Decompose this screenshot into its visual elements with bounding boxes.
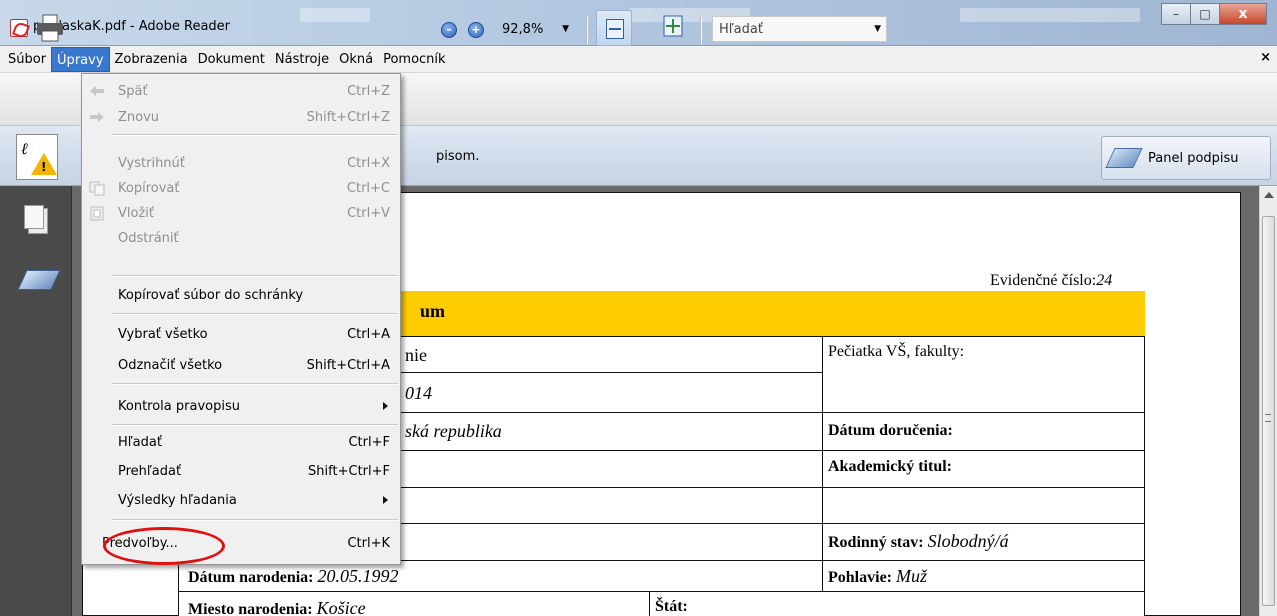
menu-window[interactable]: Okná xyxy=(334,47,378,72)
edit-menu-dropdown: Späť Ctrl+Z Znovu Shift+Ctrl+Z Vystrihnú… xyxy=(81,73,401,565)
navigation-pane xyxy=(0,186,72,616)
state-label: Štát: xyxy=(655,598,688,615)
zoom-value: 92,8% xyxy=(502,21,544,37)
toolbar-separator xyxy=(586,16,588,44)
maximize-button[interactable]: □ xyxy=(1190,3,1220,25)
signature-pen-icon: ℓ xyxy=(21,139,28,158)
zoom-in-button[interactable]: + xyxy=(468,22,484,38)
scroll-thumb[interactable] xyxy=(1262,216,1275,606)
signature-panel-icon xyxy=(1105,148,1143,168)
menu-edit[interactable]: Úpravy xyxy=(51,46,110,72)
signature-warning-icon[interactable]: ℓ ! xyxy=(16,134,58,180)
menu-item-select-all[interactable]: Vybrať všetko Ctrl+A xyxy=(82,321,400,347)
minimize-button[interactable]: – xyxy=(1161,3,1191,25)
menu-item-deselect-all[interactable]: Odznačiť všetko Shift+Ctrl+A xyxy=(82,352,400,378)
menu-file[interactable]: Súbor xyxy=(3,47,51,72)
country-fragment: ská republika xyxy=(405,421,502,441)
menu-item-advanced-search[interactable]: Prehľadať Shift+Ctrl+F xyxy=(82,458,400,484)
preferences-highlight-circle xyxy=(103,527,225,565)
menu-item-cut[interactable]: Vystrihnúť Ctrl+X xyxy=(82,150,400,176)
signature-notice-text: pisom. xyxy=(436,149,480,164)
sex-field: Pohlavie: Muž xyxy=(828,566,927,586)
menu-item-undo[interactable]: Späť Ctrl+Z xyxy=(82,78,400,104)
page-thumbnails-icon[interactable] xyxy=(24,205,48,234)
menu-separator xyxy=(112,313,398,315)
stamp-label: Pečiatka VŠ, fakulty: xyxy=(828,343,965,360)
fit-page-button[interactable] xyxy=(660,13,686,39)
form-header-text: um xyxy=(420,301,446,321)
close-document-icon[interactable]: × xyxy=(1260,50,1271,65)
toolbar-separator xyxy=(700,16,702,44)
birth-date: Dátum narodenia: 20.05.1992 xyxy=(188,566,399,586)
submenu-arrow-icon xyxy=(383,402,388,410)
menu-tools[interactable]: Nástroje xyxy=(270,47,334,72)
vertical-scrollbar[interactable] xyxy=(1259,186,1277,616)
menu-help[interactable]: Pomocník xyxy=(378,47,450,72)
form-cell xyxy=(649,591,1145,616)
window-controls: – □ x xyxy=(1161,3,1267,28)
paste-icon xyxy=(90,206,104,221)
menu-view[interactable]: Zobrazenia xyxy=(110,47,193,72)
menu-item-search-results[interactable]: Výsledky hľadania xyxy=(82,487,400,513)
menu-separator xyxy=(112,424,398,426)
scroll-up-arrow-icon[interactable] xyxy=(1264,192,1274,198)
submenu-arrow-icon xyxy=(383,496,388,504)
redo-icon xyxy=(90,112,104,122)
menu-item-redo[interactable]: Znovu Shift+Ctrl+Z xyxy=(82,104,400,130)
menu-separator xyxy=(112,383,398,385)
menu-item-copy[interactable]: Kopírovať Ctrl+C xyxy=(82,175,400,201)
search-input[interactable]: Hľadať ▼ xyxy=(712,16,887,42)
close-window-button[interactable]: x xyxy=(1219,3,1267,25)
print-button[interactable] xyxy=(34,14,68,42)
pdf-app-icon xyxy=(10,19,28,37)
menu-item-spell-check[interactable]: Kontrola pravopisu xyxy=(82,393,400,419)
form-cell xyxy=(822,487,1145,524)
zoom-field[interactable]: 92,8% ▼ xyxy=(498,16,573,42)
fit-width-button[interactable] xyxy=(596,10,632,46)
chevron-down-icon[interactable]: ▼ xyxy=(874,24,881,34)
study-field-fragment: nie xyxy=(405,345,427,365)
year-fragment: 014 xyxy=(405,383,432,403)
menu-item-paste[interactable]: Vložiť Ctrl+V xyxy=(82,200,400,226)
undo-icon xyxy=(90,86,104,96)
menu-separator xyxy=(112,275,398,277)
menu-item-find[interactable]: Hľadať Ctrl+F xyxy=(82,429,400,455)
signature-panel-button[interactable]: Panel podpisu xyxy=(1101,136,1271,180)
menu-item-delete[interactable]: Odstrániť xyxy=(82,225,400,251)
menu-bar: Súbor Úpravy Zobrazenia Dokument Nástroj… xyxy=(0,46,1277,73)
marital-status: Rodinný stav: Slobodný/á xyxy=(828,531,1009,551)
zoom-out-button[interactable]: – xyxy=(441,22,457,38)
delivery-date-label: Dátum doručenia: xyxy=(828,422,953,439)
menu-separator xyxy=(112,519,398,521)
printer-icon xyxy=(37,14,63,42)
copy-icon xyxy=(89,181,105,196)
evidence-number: Evidenčné číslo:24 xyxy=(990,272,1113,289)
signature-panel-label: Panel podpisu xyxy=(1148,150,1239,166)
menu-document[interactable]: Dokument xyxy=(193,47,270,72)
menu-separator xyxy=(112,134,398,136)
chevron-down-icon: ▼ xyxy=(562,24,569,34)
menu-item-copy-file-to-clipboard[interactable]: Kopírovať súbor do schránky xyxy=(82,282,400,308)
academic-title-label: Akademický titul: xyxy=(828,458,952,475)
birth-place: Miesto narodenia: Košice xyxy=(188,598,366,616)
search-placeholder: Hľadať xyxy=(719,21,763,37)
scroll-grip-icon xyxy=(1265,414,1271,422)
fit-page-icon xyxy=(663,15,683,37)
fit-width-icon xyxy=(606,19,624,39)
